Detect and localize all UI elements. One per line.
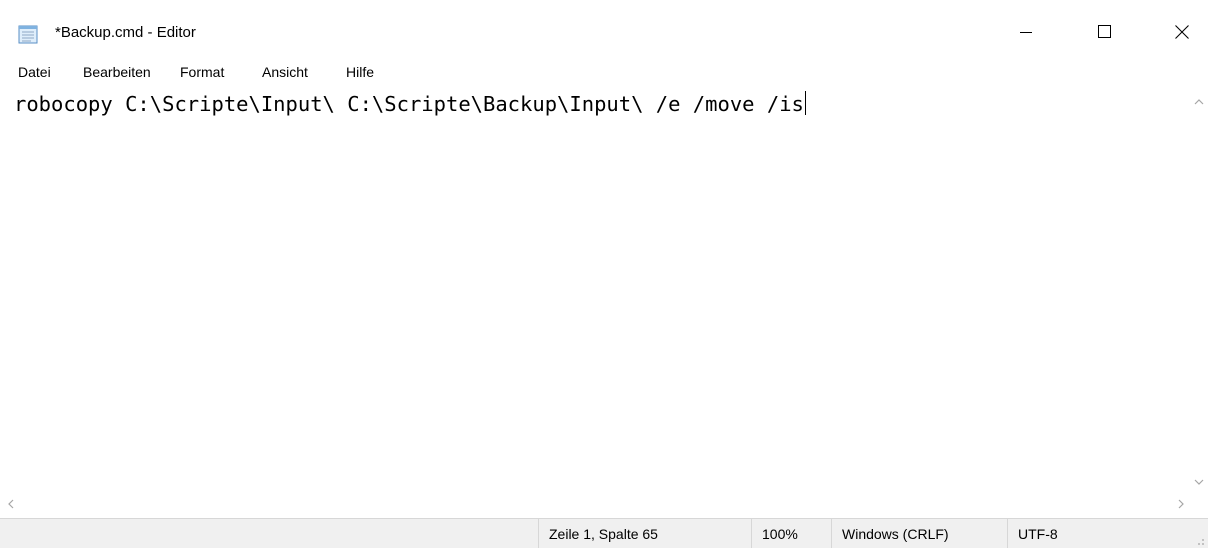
window-title: *Backup.cmd - Editor bbox=[55, 24, 196, 41]
editor-content[interactable]: robocopy C:\Scripte\Input\ C:\Scripte\Ba… bbox=[14, 90, 806, 118]
minimize-icon bbox=[1020, 25, 1032, 43]
close-button[interactable] bbox=[1159, 12, 1205, 56]
maximize-button[interactable] bbox=[1081, 12, 1127, 56]
resize-grip-icon[interactable] bbox=[1193, 533, 1205, 545]
status-zoom: 100% bbox=[751, 519, 831, 548]
status-line-ending: Windows (CRLF) bbox=[831, 519, 1007, 548]
menu-hilfe[interactable]: Hilfe bbox=[346, 62, 374, 82]
editor-line-1: robocopy C:\Scripte\Input\ C:\Scripte\Ba… bbox=[14, 92, 804, 116]
horizontal-scrollbar[interactable] bbox=[0, 492, 1190, 510]
status-bar: Zeile 1, Spalte 65 100% Windows (CRLF) U… bbox=[0, 518, 1208, 548]
title-bar[interactable]: *Backup.cmd - Editor bbox=[0, 0, 1208, 60]
close-icon bbox=[1175, 24, 1189, 44]
minimize-button[interactable] bbox=[1003, 12, 1049, 56]
maximize-icon bbox=[1097, 25, 1111, 43]
editor-textarea[interactable]: robocopy C:\Scripte\Input\ C:\Scripte\Ba… bbox=[0, 86, 1190, 492]
scrollbar-corner bbox=[1190, 492, 1208, 510]
scroll-down-icon[interactable] bbox=[1194, 474, 1204, 485]
notepad-window: *Backup.cmd - Editor Datei Bearbeiten Fo… bbox=[0, 0, 1208, 548]
menu-bearbeiten[interactable]: Bearbeiten bbox=[83, 62, 151, 82]
menu-bar: Datei Bearbeiten Format Ansicht Hilfe bbox=[0, 60, 1208, 86]
status-cursor-position: Zeile 1, Spalte 65 bbox=[538, 519, 751, 548]
menu-format[interactable]: Format bbox=[180, 62, 224, 82]
menu-datei[interactable]: Datei bbox=[18, 62, 51, 82]
status-encoding: UTF-8 bbox=[1007, 519, 1187, 548]
menu-ansicht[interactable]: Ansicht bbox=[262, 62, 308, 82]
vertical-scrollbar[interactable] bbox=[1190, 86, 1208, 492]
scroll-right-icon[interactable] bbox=[1176, 496, 1186, 509]
scroll-up-icon[interactable] bbox=[1194, 94, 1204, 105]
text-caret bbox=[804, 91, 806, 115]
scroll-left-icon[interactable] bbox=[6, 496, 16, 509]
notepad-icon[interactable] bbox=[17, 24, 39, 44]
